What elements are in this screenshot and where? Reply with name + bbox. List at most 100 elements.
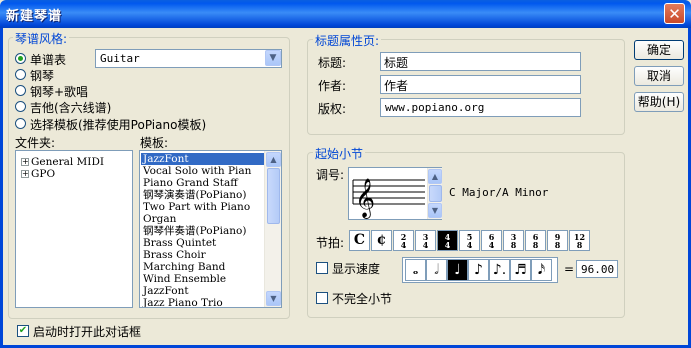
time-signature-denominator: 4 [444, 240, 451, 250]
scroll-down-icon[interactable]: ▼ [428, 203, 442, 218]
note-value-button[interactable]: ♪ [468, 259, 489, 281]
chevron-down-icon[interactable]: ▼ [265, 50, 281, 66]
style-option-label: 单谱表 [30, 53, 67, 67]
ok-button[interactable]: 确定 [634, 40, 684, 60]
template-item[interactable]: Organ [141, 213, 265, 225]
time-signature-button[interactable]: 24 [393, 230, 414, 251]
title-group-legend: 标题属性页: [313, 32, 382, 49]
note-value-button[interactable]: ♪. [489, 259, 510, 281]
expand-icon[interactable]: + [21, 170, 29, 178]
window-title: 新建琴谱 [6, 9, 63, 24]
style-group-legend: 琴谱风格: [13, 30, 70, 47]
tempo-input[interactable]: 96.00 [576, 260, 618, 278]
style-option-label: 钢琴+歌唱 [30, 85, 89, 99]
radio-template[interactable] [15, 118, 26, 129]
time-signature-symbol: C [353, 232, 366, 248]
folder-tree[interactable]: + General MIDI + GPO [15, 150, 133, 308]
scroll-thumb[interactable] [267, 168, 280, 224]
title-input-value: 标题 [384, 56, 409, 70]
title-input[interactable]: 标题 [380, 52, 581, 71]
time-signature-button[interactable]: 54 [459, 230, 480, 251]
tempo-label: 显示速度 [332, 262, 381, 276]
copyright-input-value: www.popiano.org [385, 101, 485, 114]
templates-label: 模板: [140, 136, 169, 150]
scroll-up-icon[interactable]: ▲ [266, 152, 281, 167]
copyright-input[interactable]: www.popiano.org [380, 98, 581, 117]
tree-node-label: General MIDI [31, 156, 105, 168]
title-bar: 新建琴谱 ✕ [0, 0, 691, 28]
instrument-select[interactable]: Guitar [95, 49, 282, 68]
time-signature-button[interactable]: 98 [547, 230, 568, 251]
treble-clef-icon: 𝄞 [355, 178, 375, 219]
key-label: 调号: [316, 168, 345, 182]
close-button[interactable]: ✕ [664, 3, 685, 24]
pickup-checkbox[interactable] [316, 292, 328, 304]
template-scrollbar[interactable]: ▲ ▼ [264, 151, 281, 307]
time-signature-button[interactable]: 34 [415, 230, 436, 251]
time-signature-button[interactable]: 64 [481, 230, 502, 251]
time-signature-symbol: ¢ [376, 232, 387, 248]
radio-single[interactable] [15, 53, 26, 64]
template-list[interactable]: JazzFont Vocal Solo with Pian Piano Grand … [139, 150, 282, 308]
template-item[interactable]: Jazz Piano Trio [141, 297, 265, 307]
template-item[interactable]: Wind Ensemble [141, 273, 265, 285]
radio-piano[interactable] [15, 69, 26, 80]
key-value: C Major/A Minor [449, 186, 549, 199]
tree-node-label: GPO [31, 168, 56, 180]
startup-label: 启动时打开此对话框 [33, 325, 142, 339]
note-value-button[interactable]: ♩ [447, 259, 468, 281]
time-signature-button[interactable]: 12 8 [569, 230, 590, 251]
instrument-value: Guitar [100, 52, 140, 65]
key-scrollbar[interactable]: ▲ ▼ [427, 168, 442, 219]
style-option-label: 选择模板(推荐使用PoPiano模板) [30, 118, 207, 132]
startup-checkbox[interactable]: ✔ [17, 325, 29, 337]
template-item[interactable]: Brass Choir [141, 249, 265, 261]
template-item[interactable]: Vocal Solo with Pian [141, 165, 265, 177]
note-value-button[interactable]: 𝅗𝅥 [426, 259, 447, 281]
tempo-checkbox[interactable] [316, 262, 328, 274]
template-item[interactable]: Piano Grand Staff [141, 177, 265, 189]
template-item[interactable]: 钢琴伴奏谱(PoPiano) [141, 225, 265, 237]
template-item[interactable]: JazzFont [141, 285, 265, 297]
copyright-label: 版权: [318, 102, 347, 116]
title-label: 标题: [318, 56, 347, 70]
template-item[interactable]: JazzFont [141, 153, 265, 165]
note-value-button[interactable]: 𝅝 [405, 259, 426, 281]
template-item[interactable]: Two Part with Piano [141, 201, 265, 213]
time-label: 节拍: [316, 236, 345, 250]
cancel-button[interactable]: 取消 [634, 66, 684, 86]
scroll-up-icon[interactable]: ▲ [428, 169, 442, 184]
scroll-thumb[interactable] [429, 185, 442, 202]
time-signature-denominator: 4 [422, 240, 429, 250]
pickup-label: 不完全小节 [332, 292, 393, 306]
note-value-button[interactable]: 𝅘𝅥𝅯 [531, 259, 552, 281]
template-item[interactable]: Marching Band [141, 261, 265, 273]
scroll-down-icon[interactable]: ▼ [266, 291, 281, 306]
tempo-equals: = [564, 262, 575, 276]
help-button[interactable]: 帮助(H) [634, 92, 684, 112]
time-signature-denominator: 8 [554, 240, 561, 250]
radio-guitar[interactable] [15, 101, 26, 112]
time-signature-button[interactable]: 68 [525, 230, 546, 251]
time-signature-denominator: 4 [400, 240, 407, 250]
key-signature-preview[interactable]: 𝄞 ▲ ▼ [348, 167, 442, 220]
time-signature-denominator: 4 [488, 240, 495, 250]
template-items: JazzFont Vocal Solo with Pian Piano Grand … [141, 153, 265, 307]
author-input[interactable]: 作者 [380, 75, 581, 94]
template-item[interactable]: 钢琴演奏谱(PoPiano) [141, 189, 265, 201]
time-signature-button[interactable]: 38 [503, 230, 524, 251]
expand-icon[interactable]: + [21, 158, 29, 166]
time-signature-denominator: 8 [576, 240, 583, 250]
style-option-label: 吉他(含六线谱) [30, 101, 112, 115]
time-signature-denominator: 8 [510, 240, 517, 250]
close-icon: ✕ [668, 5, 681, 23]
template-item[interactable]: Brass Quintet [141, 237, 265, 249]
folders-label: 文件夹: [15, 136, 56, 150]
note-value-button[interactable]: ♬ [510, 259, 531, 281]
time-signature-button[interactable]: 44 [437, 230, 458, 251]
time-signature-button[interactable]: ¢ [371, 230, 392, 251]
style-option-label: 钢琴 [30, 69, 55, 83]
time-signature-button[interactable]: C [349, 230, 370, 251]
check-icon: ✔ [18, 325, 28, 336]
radio-piano-vocal[interactable] [15, 85, 26, 96]
